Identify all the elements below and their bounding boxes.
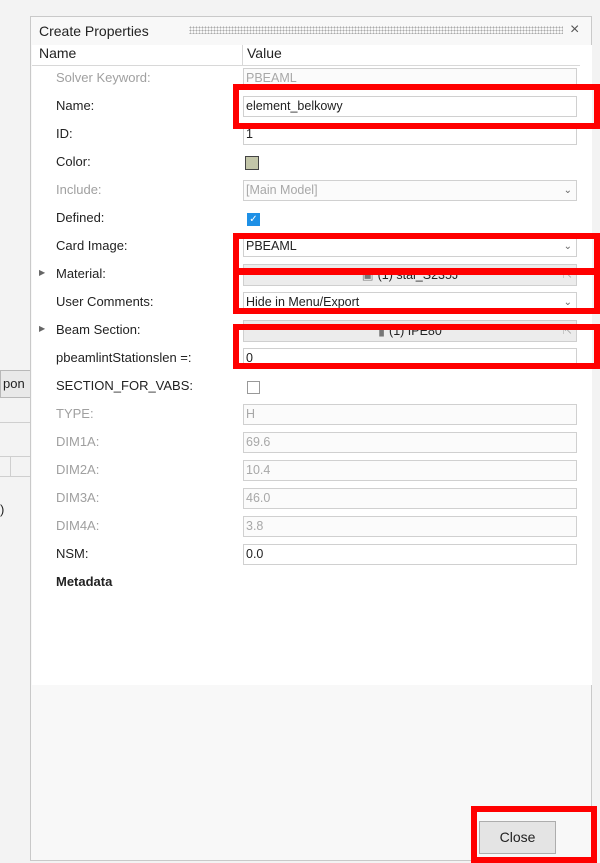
row-label: pbeamlintStationslen =: [56,350,192,365]
expand-arrow-icon[interactable]: ▶ [39,268,45,277]
row-label: Beam Section: [56,322,141,337]
row-label: Color: [56,154,91,169]
row-label: NSM: [56,546,89,561]
row-card-image: Card Image: PBEAML ⌄ [32,233,592,261]
section-for-vabs-checkbox[interactable] [247,381,260,394]
id-input[interactable]: 1 [243,124,577,145]
include-select: [Main Model] ⌄ [243,180,577,201]
row-user-comments: User Comments: Hide in Menu/Export ⌄ [32,289,592,317]
user-comments-select[interactable]: Hide in Menu/Export ⌄ [243,292,577,313]
column-divider [242,45,243,65]
column-header-value: Value [247,45,282,61]
material-value: (1) stal_S235J [377,268,459,282]
row-defined: Defined: ✓ [32,205,592,233]
pbeaml-stations-input[interactable]: 0 [243,348,577,369]
include-value: [Main Model] [246,183,318,197]
background-divider [0,476,30,477]
row-label: SECTION_FOR_VABS: [56,378,194,393]
metadata-heading: Metadata [56,574,113,589]
row-name: Name: element_belkowy [32,93,592,121]
row-beam-section: ▶ Beam Section: ▮ (1) IPE80 ⇱ [32,317,592,345]
row-label: Defined: [56,210,105,225]
row-pbeaml-stations: pbeamlintStationslen =: 0 [32,345,592,373]
chevron-down-icon: ⌄ [563,185,572,196]
chevron-down-icon: ⌄ [563,297,572,308]
row-label: DIM4A: [56,518,100,533]
row-section-for-vabs: SECTION_FOR_VABS: [32,373,592,401]
column-header-name: Name [39,45,77,61]
background-button[interactable]: pon [0,370,34,398]
row-label: ID: [56,126,73,141]
row-label: Card Image: [56,238,128,253]
row-label: Include: [56,182,102,197]
row-label: User Comments: [56,294,154,309]
user-comments-value: Hide in Menu/Export [246,295,360,309]
row-label: DIM2A: [56,462,100,477]
row-label: Material: [56,266,106,281]
beam-section-value: (1) IPE80 [389,324,442,338]
nsm-input[interactable]: 0.0 [243,544,577,565]
row-type: TYPE: H [32,401,592,429]
row-dim1a: DIM1A: 69.6 [32,429,592,457]
defined-checkbox[interactable]: ✓ [247,213,260,226]
row-solver-keyword: Solver Keyword: PBEAML [32,65,592,93]
row-nsm: NSM: 0.0 [32,541,592,569]
dim2a-field: 10.4 [243,460,577,481]
background-divider [0,456,30,457]
row-metadata: Metadata [32,569,592,597]
card-image-value: PBEAML [246,239,297,253]
chevron-down-icon: ⌄ [563,241,572,252]
type-field: H [243,404,577,425]
card-image-select[interactable]: PBEAML ⌄ [243,236,577,257]
row-label: Name: [56,98,95,113]
dialog-titlebar[interactable]: Create Properties × [31,17,591,45]
close-button[interactable]: Close [479,821,556,854]
material-selector-button[interactable]: ▣ (1) stal_S235J ⇱ [243,264,577,286]
name-input[interactable]: element_belkowy [243,96,577,117]
row-material: ▶ Material: ▣ (1) stal_S235J ⇱ [32,261,592,289]
drag-grip[interactable] [189,26,563,34]
row-dim4a: DIM4A: 3.8 [32,513,592,541]
close-icon[interactable]: × [570,21,579,39]
create-properties-dialog: Create Properties × Name Value Solver Ke… [30,16,592,861]
color-swatch[interactable] [245,156,259,170]
background-text: ) [0,502,5,517]
row-label: DIM3A: [56,490,100,505]
beam-section-selector-button[interactable]: ▮ (1) IPE80 ⇱ [243,320,577,342]
dim1a-field: 69.6 [243,432,577,453]
row-dim3a: DIM3A: 46.0 [32,485,592,513]
solver-keyword-field: PBEAML [243,68,577,89]
dialog-title: Create Properties [39,23,149,39]
row-label: Solver Keyword: [56,70,151,85]
background-divider [0,422,30,423]
beam-section-icon: ▮ [378,324,386,338]
row-id: ID: 1 [32,121,592,149]
row-dim2a: DIM2A: 10.4 [32,457,592,485]
background-app-fragment: pon ) [0,360,34,560]
dim4a-field: 3.8 [243,516,577,537]
row-color: Color: [32,149,592,177]
cursor-pick-icon: ⇱ [562,325,572,337]
dim3a-field: 46.0 [243,488,577,509]
row-label: TYPE: [56,406,94,421]
cursor-pick-icon: ⇱ [562,269,572,281]
row-label: DIM1A: [56,434,100,449]
properties-grid: Name Value Solver Keyword: PBEAML Name: … [32,45,592,685]
expand-arrow-icon[interactable]: ▶ [39,324,45,333]
background-column-separator [10,456,11,476]
material-icon: ▣ [361,268,374,282]
row-include: Include: [Main Model] ⌄ [32,177,592,205]
